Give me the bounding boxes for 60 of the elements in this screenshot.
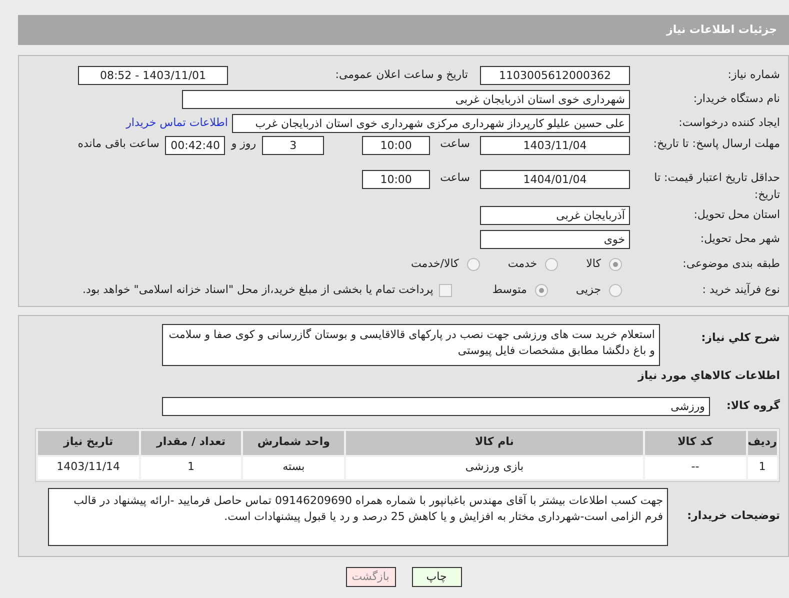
radio-label: متوسط: [492, 282, 527, 298]
column-header: تاریخ نیاز: [38, 430, 139, 454]
radio-button[interactable]: [534, 284, 548, 296]
page-title: جزئیات اطلاعات نیاز: [666, 22, 777, 38]
field-label: شهر محل تحویل:: [699, 230, 780, 247]
value-field: 1404/01/04: [480, 170, 630, 189]
field-label: استان محل تحویل:: [692, 206, 780, 223]
value-field: 10:00: [362, 170, 430, 189]
field-label: طبقه بندی موضوعی:: [682, 256, 780, 272]
field-label: شماره نیاز:: [726, 66, 780, 83]
field-label: روز و: [231, 136, 256, 152]
radio-button[interactable]: [466, 258, 480, 270]
column-header: نام کالا: [346, 430, 643, 454]
section-title: اطلاعات کالاهاي مورد نیاز: [636, 368, 780, 384]
table-cell: --: [644, 456, 746, 478]
field-label: نوع فرآیند خرید :: [701, 282, 780, 298]
value-field: علی حسین علیلو کارپرداز شهرداری مرکزی شهرداری خوی استان اذربایجان غرب: [232, 114, 630, 132]
value-field: آذربایجان غربی: [480, 206, 630, 224]
contact-link[interactable]: اطلاعات تماس خریدار: [126, 114, 228, 132]
value-field: شهرداری خوی استان اذربایجان غربی: [182, 90, 630, 108]
description-box: استعلام خرید ست های ورزشی جهت نصب در پارکهای قالاقایسی و بوستان گازرسانی و کوی صفا و سلامت و باغ دلگشا مطابق مشخصات فایل پیوستی: [162, 324, 660, 366]
checkbox-label: پرداخت تمام یا بخشی از مبلغ خرید،از محل "اسناد خزانه اسلامی" خواهد بود.: [82, 282, 434, 298]
table-cell: بسته: [243, 456, 344, 478]
field-label: توضیحات خریدار:: [686, 508, 780, 524]
field-label: ساعت باقی مانده: [78, 136, 160, 152]
radio-button[interactable]: [609, 284, 622, 296]
radio-label: جزیی: [576, 282, 601, 298]
field-label: نام دستگاه خریدار:: [692, 90, 780, 107]
value-field: خوی: [480, 230, 630, 248]
field-label: حداقل تاریخ اعتبار قیمت: تا تاریخ:: [653, 170, 780, 203]
countdown-field: 00:42:40: [165, 136, 226, 155]
field-label: ساعت: [440, 136, 470, 152]
table-cell: 1: [140, 456, 242, 478]
value-field: 3: [262, 136, 324, 155]
value-field: 10:00: [362, 136, 430, 155]
field-label: ساعت: [440, 170, 470, 186]
print-button[interactable]: چاپ: [412, 566, 462, 586]
column-header: کد کالا: [644, 430, 746, 454]
column-header: واحد شمارش: [243, 430, 344, 454]
field-label: تاریخ و ساعت اعلان عمومی:: [334, 66, 468, 83]
value-field: 1403/11/04: [480, 136, 630, 155]
radio-label: کالا/خدمت: [411, 256, 459, 272]
radio-button[interactable]: [545, 258, 558, 270]
field-label: ایجاد کننده درخواست:: [678, 114, 780, 131]
radio-button[interactable]: [609, 258, 622, 270]
column-header: تعداد / مقدار: [140, 430, 242, 454]
field-label: مهلت ارسال پاسخ: تا تاریخ:: [652, 136, 780, 152]
table-cell: 1403/11/14: [38, 456, 139, 478]
table-cell: 1: [748, 456, 777, 478]
field-label: گروه کالا:: [725, 398, 780, 414]
value-field: 1403/11/01 - 08:52: [78, 66, 228, 84]
checkbox[interactable]: [439, 284, 452, 296]
value-field: 1103005612000362: [480, 66, 630, 84]
field-label: شرح کلي نیاز:: [700, 330, 780, 346]
table-cell: بازی ورزشی: [346, 456, 643, 478]
radio-label: کالا: [586, 256, 601, 272]
value-field: ورزشی: [162, 396, 710, 416]
radio-label: خدمت: [508, 256, 538, 272]
column-header: ردیف: [748, 430, 777, 454]
notes-box: جهت کسب اطلاعات بیشتر با آقای مهندس باغبانپور با شماره همراه 09146209690 تماس حاصل فرمایید -ارائه پیشنهاد در قالب فرم الزامی است-شهرداری مختار به افزایش و یا کاهش 25 درصد و رد یا قبول پیشنهادات است.: [48, 488, 668, 546]
